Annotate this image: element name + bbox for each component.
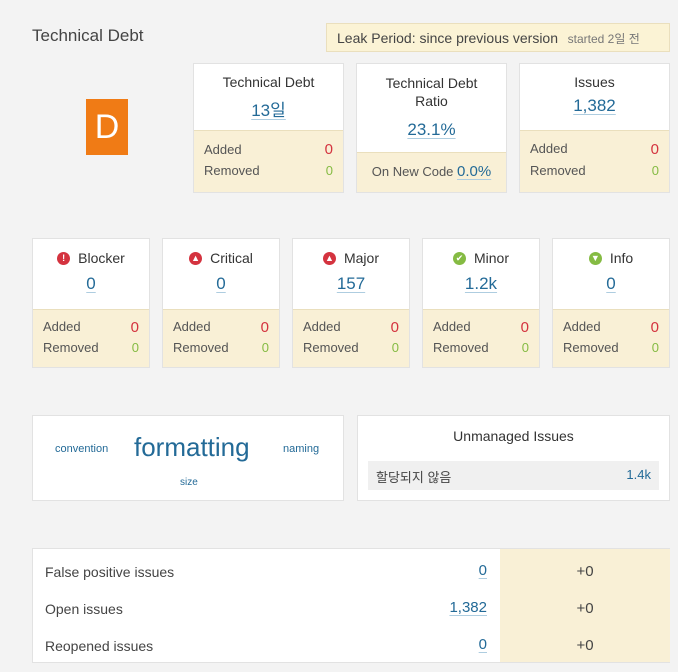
- new-code-value[interactable]: 0.0%: [457, 163, 491, 180]
- issue-row: Open issues 1,382 +0: [33, 598, 669, 624]
- issue-row-delta[interactable]: +0: [500, 600, 670, 617]
- blocker-icon: !: [57, 251, 71, 265]
- added-value[interactable]: 0: [521, 319, 529, 336]
- blocker-count[interactable]: 0: [33, 274, 149, 294]
- removed-value[interactable]: 0: [392, 340, 399, 355]
- tag-formatting[interactable]: formatting: [134, 432, 250, 463]
- removed-value[interactable]: 0: [522, 340, 529, 355]
- removed-value[interactable]: 0: [262, 340, 269, 355]
- issue-row-value[interactable]: 0: [479, 562, 487, 579]
- tag-size[interactable]: size: [180, 477, 198, 488]
- issue-row-value[interactable]: 1,382: [449, 599, 487, 616]
- unassigned-row[interactable]: 할당되지 않음 1.4k: [368, 461, 659, 490]
- leak-period-started: started 2일 전: [567, 32, 640, 46]
- unassigned-value[interactable]: 1.4k: [626, 467, 651, 484]
- removed-label: Removed: [563, 340, 619, 355]
- issue-row-label: Reopened issues: [45, 638, 154, 654]
- info-count[interactable]: 0: [553, 274, 669, 294]
- added-label: Added: [204, 142, 242, 157]
- unmanaged-issues-panel: Unmanaged Issues 할당되지 않음 1.4k: [357, 415, 670, 501]
- removed-label: Removed: [204, 163, 260, 178]
- issue-row-value[interactable]: 0: [479, 636, 487, 653]
- severity-name: Minor: [473, 250, 509, 266]
- added-label: Added: [530, 141, 568, 156]
- removed-label: Removed: [43, 340, 99, 355]
- added-value[interactable]: 0: [261, 319, 269, 336]
- major-icon: ▲: [322, 251, 336, 265]
- issues-title: Issues: [574, 74, 615, 90]
- issues-value[interactable]: 1,382: [520, 96, 669, 116]
- added-label: Added: [303, 319, 341, 334]
- major-count[interactable]: 157: [293, 274, 409, 294]
- severity-name: Major: [343, 250, 379, 266]
- tag-cloud: convention formatting naming size: [32, 415, 344, 501]
- debt-rating-badge[interactable]: D: [86, 99, 128, 155]
- minor-count[interactable]: 1.2k: [423, 274, 539, 294]
- issue-row: Reopened issues 0 +0: [33, 635, 669, 661]
- technical-debt-card: Technical Debt 13일 Added 0 Removed 0: [193, 63, 344, 193]
- severity-title: ▲ Major: [293, 250, 409, 266]
- added-label: Added: [43, 319, 81, 334]
- issues-summary-table: False positive issues 0 +0 Open issues 1,382…: [32, 548, 670, 663]
- severity-name: Critical: [210, 250, 253, 266]
- issues-card: Issues 1,382 Added 0 Removed 0: [519, 63, 670, 193]
- removed-label: Removed: [173, 340, 229, 355]
- added-label: Added: [173, 319, 211, 334]
- severity-card-minor: ✔ Minor 1.2k Added 0 Removed 0: [422, 238, 540, 368]
- critical-icon: ▲: [189, 251, 203, 265]
- technical-debt-value[interactable]: 13일: [194, 96, 343, 121]
- debt-ratio-card: Technical Debt Ratio 23.1% On New Code 0…: [356, 63, 507, 193]
- leak-period-badge: Leak Period: since previous version star…: [326, 23, 670, 52]
- removed-value[interactable]: 0: [326, 163, 333, 178]
- issue-row: False positive issues 0 +0: [33, 561, 669, 587]
- critical-count[interactable]: 0: [163, 274, 279, 294]
- added-label: Added: [433, 319, 471, 334]
- removed-label: Removed: [433, 340, 489, 355]
- severity-card-blocker: ! Blocker 0 Added 0 Removed 0: [32, 238, 150, 368]
- severity-title: ▼ Info: [553, 250, 669, 266]
- removed-value[interactable]: 0: [132, 340, 139, 355]
- severity-name: Info: [609, 250, 634, 266]
- tag-convention[interactable]: convention: [55, 443, 108, 455]
- widget-title: Technical Debt: [32, 26, 144, 45]
- issue-row-label: False positive issues: [45, 564, 175, 580]
- added-value[interactable]: 0: [651, 141, 659, 158]
- added-value[interactable]: 0: [325, 141, 333, 158]
- severity-card-major: ▲ Major 157 Added 0 Removed 0: [292, 238, 410, 368]
- removed-label: Removed: [303, 340, 359, 355]
- added-label: Added: [563, 319, 601, 334]
- removed-value[interactable]: 0: [652, 340, 659, 355]
- severity-card-critical: ▲ Critical 0 Added 0 Removed 0: [162, 238, 280, 368]
- unassigned-label: 할당되지 않음: [376, 470, 452, 485]
- added-value[interactable]: 0: [391, 319, 399, 336]
- added-value[interactable]: 0: [651, 319, 659, 336]
- removed-value[interactable]: 0: [652, 163, 659, 178]
- debt-rating-letter: D: [94, 108, 120, 146]
- info-icon: ▼: [588, 251, 602, 265]
- issue-row-delta[interactable]: +0: [500, 563, 670, 580]
- technical-debt-title: Technical Debt: [222, 74, 315, 90]
- new-code-label: On New Code: [371, 164, 454, 179]
- debt-ratio-title: Technical Debt Ratio: [385, 75, 478, 109]
- leak-period-text: Leak Period: since previous version: [337, 30, 559, 46]
- issue-row-delta[interactable]: +0: [500, 637, 670, 654]
- issue-row-label: Open issues: [45, 601, 123, 617]
- debt-ratio-value[interactable]: 23.1%: [357, 120, 506, 140]
- severity-name: Blocker: [78, 250, 125, 266]
- removed-label: Removed: [530, 163, 586, 178]
- unmanaged-issues-title: Unmanaged Issues: [453, 428, 574, 444]
- tag-naming[interactable]: naming: [283, 443, 319, 455]
- severity-title: ✔ Minor: [423, 250, 539, 266]
- severity-title: ▲ Critical: [163, 250, 279, 266]
- severity-card-info: ▼ Info 0 Added 0 Removed 0: [552, 238, 670, 368]
- minor-icon: ✔: [452, 251, 466, 265]
- added-value[interactable]: 0: [131, 319, 139, 336]
- severity-title: ! Blocker: [33, 250, 149, 266]
